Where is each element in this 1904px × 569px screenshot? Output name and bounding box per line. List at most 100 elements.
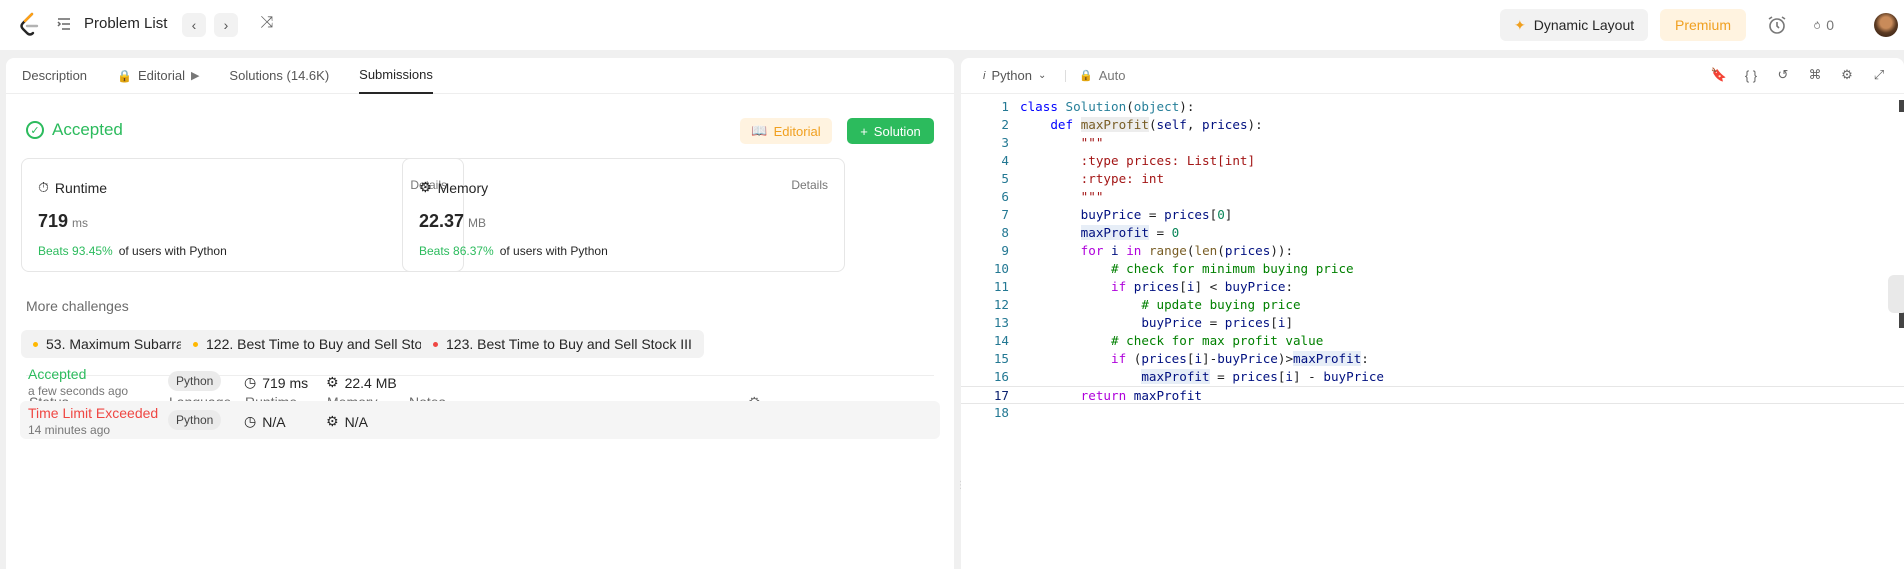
info-icon: i — [983, 69, 986, 82]
line-number: 11 — [993, 279, 1009, 294]
problem-list-icon[interactable] — [56, 16, 72, 32]
plus-icon: + — [860, 123, 868, 139]
left-panel: Description 🔒 Editorial ▶ Solutions (14.… — [6, 58, 954, 569]
row-status[interactable]: Accepted — [28, 366, 128, 382]
chip-icon: ⚙ — [419, 179, 432, 195]
code-line: 7 buyPrice = prices[0] — [961, 206, 1904, 224]
check-circle-icon: ✓ — [26, 121, 44, 139]
language-selector[interactable]: i Python ⌄ — [983, 68, 1046, 83]
challenge-chip[interactable]: 53. Maximum Subarray — [21, 330, 203, 358]
code-line: 10 # check for minimum buying price — [961, 260, 1904, 278]
settings-gear-icon[interactable]: ⚙ — [1838, 66, 1856, 84]
code-line: 13 buyPrice = prices[i] — [961, 314, 1904, 332]
problem-list-link[interactable]: Problem List — [84, 15, 167, 32]
line-number: 6 — [1001, 189, 1009, 204]
tab-description[interactable]: Description — [22, 58, 87, 94]
line-number: 9 — [1001, 243, 1009, 258]
row-time: a few seconds ago — [28, 384, 129, 398]
expand-icon[interactable]: ⤢ — [1870, 66, 1888, 84]
line-number: 14 — [993, 333, 1009, 348]
runtime-cell: ◷ N/A — [244, 413, 286, 430]
row-memory: 22.4 MB — [344, 374, 397, 391]
auto-mode-label: Auto — [1098, 68, 1126, 83]
random-problem-button[interactable]: ⤨ — [257, 14, 277, 34]
code-line: 8 maxProfit = 0 — [961, 224, 1904, 242]
runtime-title-label: Runtime — [54, 179, 108, 196]
code-line: 2 def maxProfit(self, prices): — [961, 116, 1904, 134]
memory-unit: MB — [468, 216, 487, 230]
difficulty-dot — [433, 341, 438, 347]
status-cell: Time Limit Exceeded 14 minutes ago — [28, 405, 158, 437]
book-icon: 📖 — [751, 123, 768, 138]
challenge-label: 53. Maximum Subarray — [46, 336, 191, 352]
tab-submissions[interactable]: Submissions — [359, 58, 433, 94]
runtime-beats-suffix: of users with Python — [118, 244, 227, 258]
runtime-value: 719 ms — [38, 211, 88, 232]
challenge-label: 123. Best Time to Buy and Sell Stock III — [446, 336, 692, 352]
code-line: 3 """ — [961, 134, 1904, 152]
line-number: 3 — [1001, 135, 1009, 150]
memory-details-link[interactable]: Details — [791, 178, 828, 192]
side-panel-toggle[interactable] — [1888, 275, 1904, 313]
editorial-button-label: Editorial — [773, 123, 821, 139]
code-area[interactable]: 1 class Solution(object): 2 def maxProfit… — [961, 98, 1904, 422]
user-avatar[interactable] — [1874, 13, 1898, 37]
streak-counter[interactable]: 0 — [1814, 15, 1834, 35]
row-runtime: 719 ms — [262, 374, 309, 391]
next-problem-button[interactable]: › — [214, 13, 238, 37]
row-status[interactable]: Time Limit Exceeded — [28, 405, 158, 421]
code-line-current: 17 return maxProfit — [961, 386, 1904, 404]
toolbar-separator — [1065, 70, 1066, 82]
tab-label: Solutions (14.6K) — [229, 68, 330, 83]
reset-icon[interactable]: ↺ — [1774, 66, 1792, 84]
language-selector-label: Python — [991, 68, 1032, 83]
premium-button[interactable]: Premium — [1660, 9, 1746, 41]
lock-icon: 🔒 — [1079, 70, 1093, 82]
prev-problem-button[interactable]: ‹ — [182, 13, 206, 37]
tab-label: Submissions — [359, 67, 433, 82]
memory-cell: ⚙ N/A — [326, 413, 368, 430]
challenge-chip[interactable]: 122. Best Time to Buy and Sell Stock II — [181, 330, 461, 358]
shortcut-icon[interactable]: ⌘ — [1806, 66, 1824, 84]
editorial-button[interactable]: 📖 Editorial — [740, 118, 832, 144]
line-number: 10 — [993, 261, 1009, 276]
runtime-beats: Beats 93.45% of users with Python — [38, 244, 227, 258]
braces-icon[interactable]: { } — [1742, 66, 1760, 84]
lock-icon: 🔒 — [117, 68, 132, 83]
clock-icon: ◷ — [244, 374, 257, 390]
runtime-unit: ms — [72, 216, 89, 230]
streak-count: 0 — [1826, 17, 1834, 33]
memory-title-label: Memory — [437, 179, 489, 196]
dynamic-layout-button[interactable]: ✦ Dynamic Layout — [1500, 9, 1648, 41]
auto-mode-toggle[interactable]: 🔒 Auto — [1079, 68, 1125, 83]
code-line: 5 :rtype: int — [961, 170, 1904, 188]
tab-label: Editorial — [137, 68, 185, 83]
code-line: 12 # update buying price — [961, 296, 1904, 314]
solution-button[interactable]: + Solution — [847, 118, 934, 144]
editor-toolbar: i Python ⌄ 🔒 Auto 🔖 { } ↺ ⌘ ⚙ ⤢ — [961, 58, 1904, 94]
challenge-chip[interactable]: 123. Best Time to Buy and Sell Stock III — [421, 330, 704, 358]
bookmark-icon[interactable]: 🔖 — [1710, 66, 1728, 84]
memory-beats: Beats 86.37% of users with Python — [419, 244, 608, 258]
more-challenges-heading: More challenges — [26, 298, 129, 314]
code-line: 11 if prices[i] < buyPrice: — [961, 278, 1904, 296]
tab-editorial[interactable]: 🔒 Editorial ▶ — [117, 58, 199, 94]
line-number: 8 — [1001, 225, 1009, 240]
line-number: 1 — [1001, 99, 1009, 114]
runtime-title: ⏱ Runtime — [38, 179, 107, 196]
runtime-cell: ◷ 719 ms — [244, 374, 308, 391]
line-number: 18 — [993, 405, 1009, 420]
difficulty-dot — [33, 341, 38, 347]
table-row[interactable]: Accepted a few seconds ago Python ◷ 719 … — [20, 362, 940, 400]
tab-solutions[interactable]: Solutions (14.6K) — [229, 58, 329, 94]
memory-cell: ⚙ 22.4 MB — [326, 374, 397, 391]
shuffle-icon: ⤨ — [260, 14, 274, 31]
code-line: 15 if (prices[i]-buyPrice)>maxProfit: — [961, 350, 1904, 368]
status-cell: Accepted a few seconds ago — [28, 366, 128, 398]
row-memory: N/A — [344, 413, 368, 430]
line-number: 7 — [1001, 207, 1009, 222]
alarm-clock-icon[interactable] — [1766, 14, 1788, 36]
table-row[interactable]: Time Limit Exceeded 14 minutes ago Pytho… — [20, 401, 940, 439]
leetcode-logo-icon[interactable] — [18, 12, 42, 38]
runtime-beats-pct: Beats 93.45% — [38, 244, 113, 258]
